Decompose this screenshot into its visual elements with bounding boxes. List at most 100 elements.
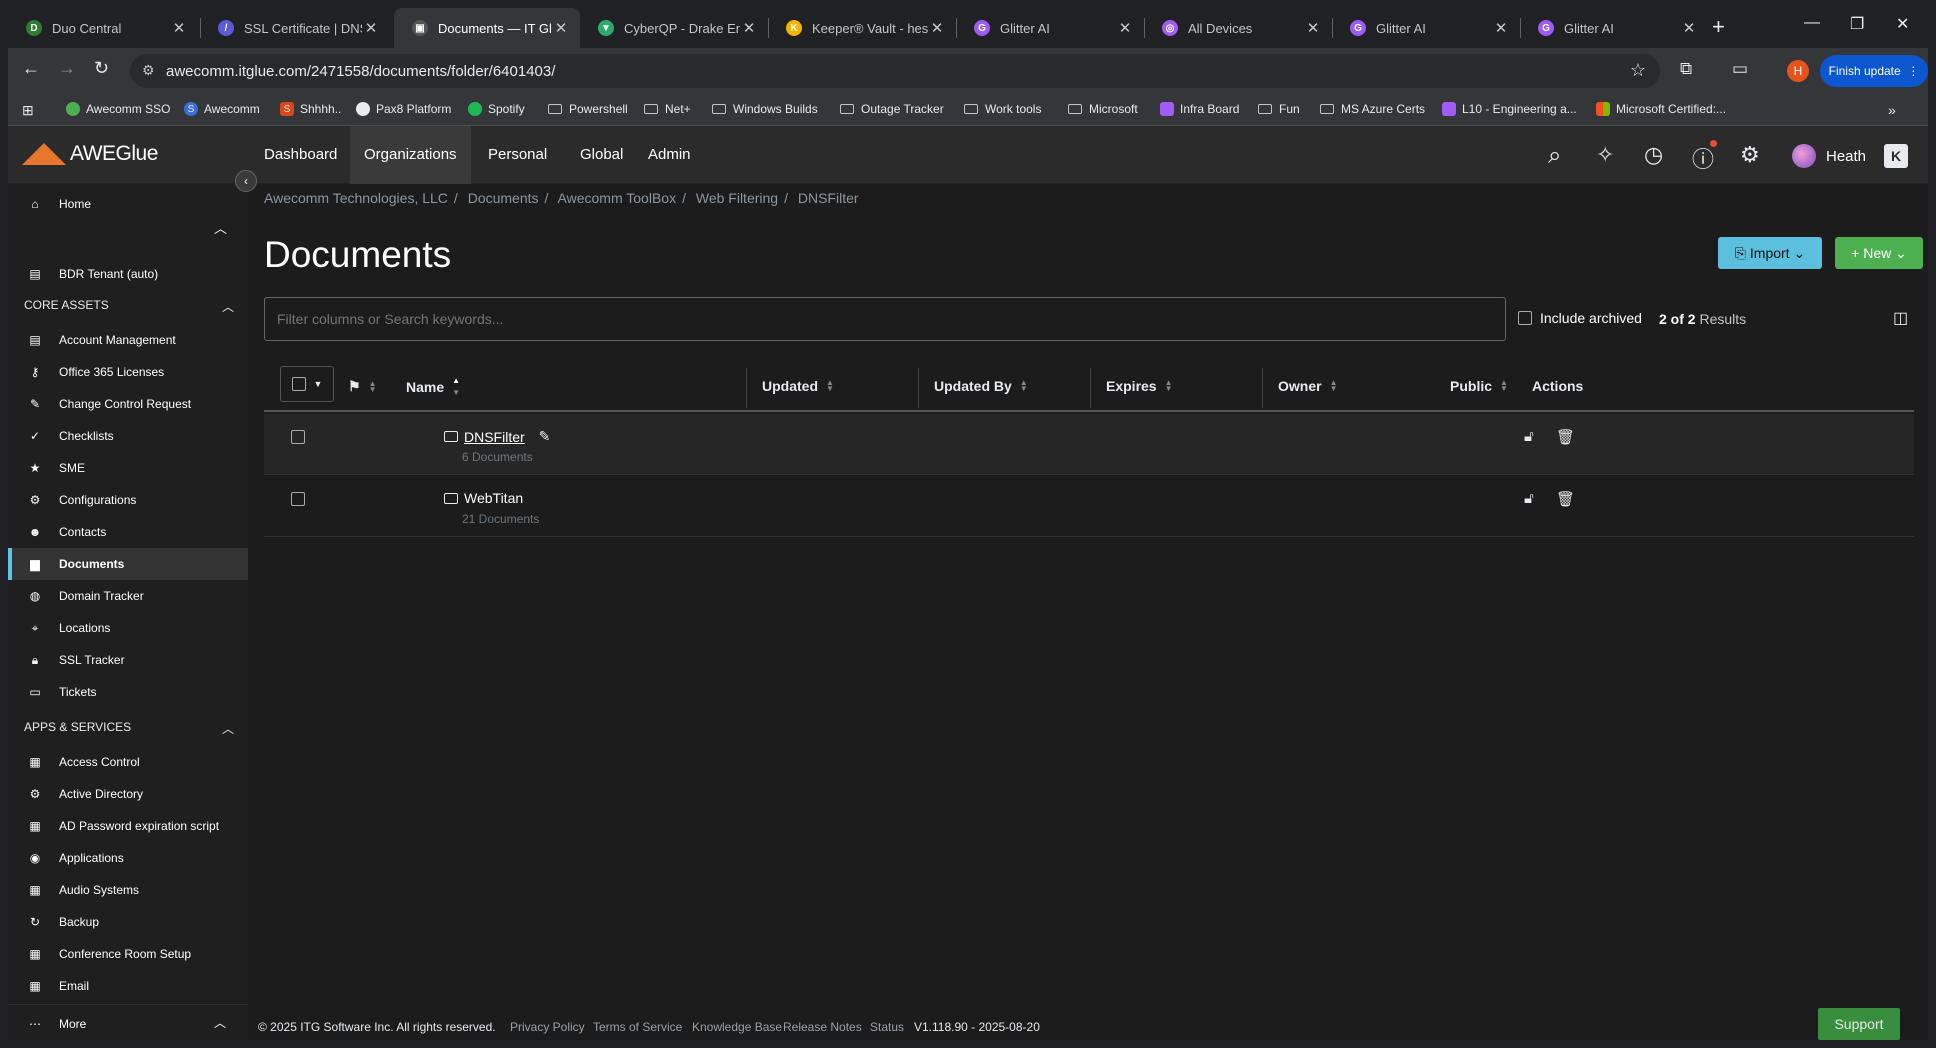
sidebar-item-more[interactable]: ⋯ More ︿ <box>8 1008 248 1040</box>
support-button[interactable]: Support <box>1818 1008 1900 1040</box>
sidebar-item-sme[interactable]: ★ SME <box>8 452 248 484</box>
sidebar-item-change-control[interactable]: ✎ Change Control Request <box>8 388 248 420</box>
nav-admin[interactable]: Admin <box>634 126 705 184</box>
search-input[interactable] <box>264 297 1506 341</box>
nav-personal[interactable]: Personal <box>474 126 561 184</box>
bookmark-shhhh[interactable]: S Shhhh.. <box>280 102 341 116</box>
edit-icon[interactable]: ✎ <box>539 428 551 445</box>
tab-duo-central[interactable]: D Duo Central ✕ <box>8 8 198 48</box>
new-button[interactable]: + New ⌄ <box>1835 237 1923 269</box>
nav-organizations[interactable]: Organizations <box>350 126 471 184</box>
finish-update-button[interactable]: Finish update ⋮ <box>1820 55 1928 87</box>
sidebar-item-bdr-tenant[interactable]: ▤ BDR Tenant (auto) <box>8 258 248 290</box>
bookmark-spotify[interactable]: Spotify <box>468 102 525 116</box>
tab-glitter-ai-3[interactable]: G Glitter AI ✕ <box>1520 8 1708 48</box>
folder-link[interactable]: DNSFilter <box>464 429 525 445</box>
help-icon[interactable]: ⓘ <box>1692 142 1714 174</box>
bookmark-star-icon[interactable]: ☆ <box>1630 60 1646 81</box>
unlock-icon[interactable]: 🔓︎ <box>1524 490 1534 507</box>
close-window-icon[interactable]: ✕ <box>1896 14 1909 34</box>
forward-icon[interactable]: → <box>58 58 76 79</box>
select-all-dropdown[interactable]: ▼ <box>280 366 334 402</box>
footer-link-privacy[interactable]: Privacy Policy <box>510 1020 585 1034</box>
bookmark-microsoft-certified[interactable]: Microsoft Certified:... <box>1596 102 1726 116</box>
sparkle-ai-icon[interactable]: ✧ <box>1596 142 1614 168</box>
address-bar[interactable]: ⚙ awecomm.itglue.com/2471558/documents/f… <box>130 54 1660 88</box>
cast-icon[interactable]: ▭ <box>1732 59 1748 79</box>
sidebar-item-home[interactable]: ⌂ Home <box>8 188 248 220</box>
bookmark-folder-windows-builds[interactable]: Windows Builds <box>712 102 818 116</box>
breadcrumb-documents[interactable]: Documents <box>468 190 539 206</box>
column-flag[interactable]: ⚑ ▲ ▼ <box>348 378 376 395</box>
sidebar-item-account-management[interactable]: ▤ Account Management <box>8 324 248 356</box>
user-menu[interactable]: Heath <box>1792 144 1866 168</box>
close-icon[interactable]: ✕ <box>552 19 570 37</box>
section-core-assets[interactable]: CORE ASSETS ︿ <box>24 298 234 315</box>
breadcrumb-organization[interactable]: Awecomm Technologies, LLC <box>264 190 448 206</box>
folder-name[interactable]: WebTitan <box>444 490 523 506</box>
sidebar-item-documents[interactable]: ▆ Documents <box>8 548 248 580</box>
site-info-icon[interactable]: ⚙ <box>142 62 155 79</box>
include-archived-checkbox[interactable] <box>1518 311 1532 325</box>
profile-avatar[interactable]: H <box>1787 60 1809 82</box>
sidebar-item-checklists[interactable]: ✓ Checklists <box>8 420 248 452</box>
chevron-up-icon[interactable]: ︿ <box>214 218 227 237</box>
bookmark-folder-ms-azure-certs[interactable]: MS Azure Certs <box>1320 102 1425 116</box>
sidebar-item-active-directory[interactable]: ⚙ Active Directory <box>8 778 248 810</box>
sidebar-item-conference-room[interactable]: ▦ Conference Room Setup <box>8 938 248 970</box>
collapse-sidebar-button[interactable]: ‹ <box>235 170 257 192</box>
row-checkbox[interactable] <box>291 430 305 444</box>
unlock-icon[interactable]: 🔓︎ <box>1524 428 1534 445</box>
bookmark-l10-engineering[interactable]: L10 - Engineering a... <box>1442 102 1577 116</box>
aweglue-logo[interactable]: AWEGlue <box>22 142 158 166</box>
bookmark-infra-board[interactable]: Infra Board <box>1160 102 1239 116</box>
table-row[interactable]: DNSFilter ✎ 6 Documents 🔓︎ 🗑︎ <box>264 414 1914 475</box>
sidebar-item-domain-tracker[interactable]: ◍ Domain Tracker <box>8 580 248 612</box>
restore-icon[interactable]: ❐ <box>1850 14 1864 34</box>
tab-documents-itglue[interactable]: ▣ Documents — IT Glue ✕ <box>394 8 580 48</box>
tab-ssl-certificate[interactable]: / SSL Certificate | DNSF ✕ <box>200 8 390 48</box>
sidebar-item-tickets[interactable]: ▭ Tickets <box>8 676 248 708</box>
reload-icon[interactable]: ↻ <box>94 58 109 79</box>
tab-all-devices[interactable]: ◎ All Devices ✕ <box>1144 8 1332 48</box>
folder-name[interactable]: DNSFilter ✎ <box>444 428 550 445</box>
folder-link[interactable]: WebTitan <box>464 490 523 506</box>
gear-icon[interactable]: ⚙ <box>1740 142 1760 168</box>
tab-cyberqp[interactable]: ▼ CyberQP - Drake Ente ✕ <box>580 8 768 48</box>
nav-global[interactable]: Global <box>566 126 637 184</box>
nav-dashboard[interactable]: Dashboard <box>250 126 351 184</box>
sidebar-item-contacts[interactable]: ☻ Contacts <box>8 516 248 548</box>
more-bookmarks-icon[interactable]: » <box>1888 102 1896 118</box>
sidebar-item-locations[interactable]: ⌖ Locations <box>8 612 248 644</box>
bookmark-folder-powershell[interactable]: Powershell <box>548 102 628 116</box>
back-icon[interactable]: ← <box>22 58 40 79</box>
sidebar-item-ad-password[interactable]: ▦ AD Password expiration script <box>8 810 248 842</box>
footer-link-terms[interactable]: Terms of Service <box>593 1020 682 1034</box>
column-expires[interactable]: Expires ▲ ▼ <box>1106 378 1173 394</box>
footer-link-knowledge-base[interactable]: Knowledge Base <box>692 1020 782 1034</box>
bookmark-folder-work-tools[interactable]: Work tools <box>964 102 1041 116</box>
minimize-icon[interactable]: — <box>1804 14 1820 32</box>
close-icon[interactable]: ✕ <box>928 19 946 37</box>
close-icon[interactable]: ✕ <box>362 19 380 37</box>
breadcrumb-toolbox[interactable]: Awecomm ToolBox <box>558 190 677 206</box>
tab-glitter-ai-1[interactable]: G Glitter AI ✕ <box>956 8 1144 48</box>
section-apps-services[interactable]: APPS & SERVICES ︿ <box>24 720 234 737</box>
close-icon[interactable]: ✕ <box>1492 19 1510 37</box>
column-updated-by[interactable]: Updated By ▲ ▼ <box>934 378 1028 394</box>
close-icon[interactable]: ✕ <box>740 19 758 37</box>
bookmark-pax8[interactable]: Pax8 Platform <box>356 102 451 116</box>
sidebar-item-ssl-tracker[interactable]: 🔒︎ SSL Tracker <box>8 644 248 676</box>
breadcrumb-web-filtering[interactable]: Web Filtering <box>696 190 778 206</box>
bookmark-folder-microsoft[interactable]: Microsoft <box>1068 102 1138 116</box>
sidebar-item-office365[interactable]: ⚷ Office 365 Licenses <box>8 356 248 388</box>
column-owner[interactable]: Owner ▲ ▼ <box>1278 378 1338 394</box>
tab-keeper-vault[interactable]: K Keeper® Vault - hescl ✕ <box>768 8 956 48</box>
sidebar-item-applications[interactable]: ◉ Applications <box>8 842 248 874</box>
footer-link-status[interactable]: Status <box>870 1020 904 1034</box>
include-archived-toggle[interactable]: Include archived <box>1518 310 1642 326</box>
column-updated[interactable]: Updated ▲ ▼ <box>762 378 834 394</box>
column-name[interactable]: Name ▲ ▼ <box>406 377 460 397</box>
bookmark-folder-net[interactable]: Net+ <box>644 102 691 116</box>
trash-icon[interactable]: 🗑︎ <box>1556 490 1575 508</box>
